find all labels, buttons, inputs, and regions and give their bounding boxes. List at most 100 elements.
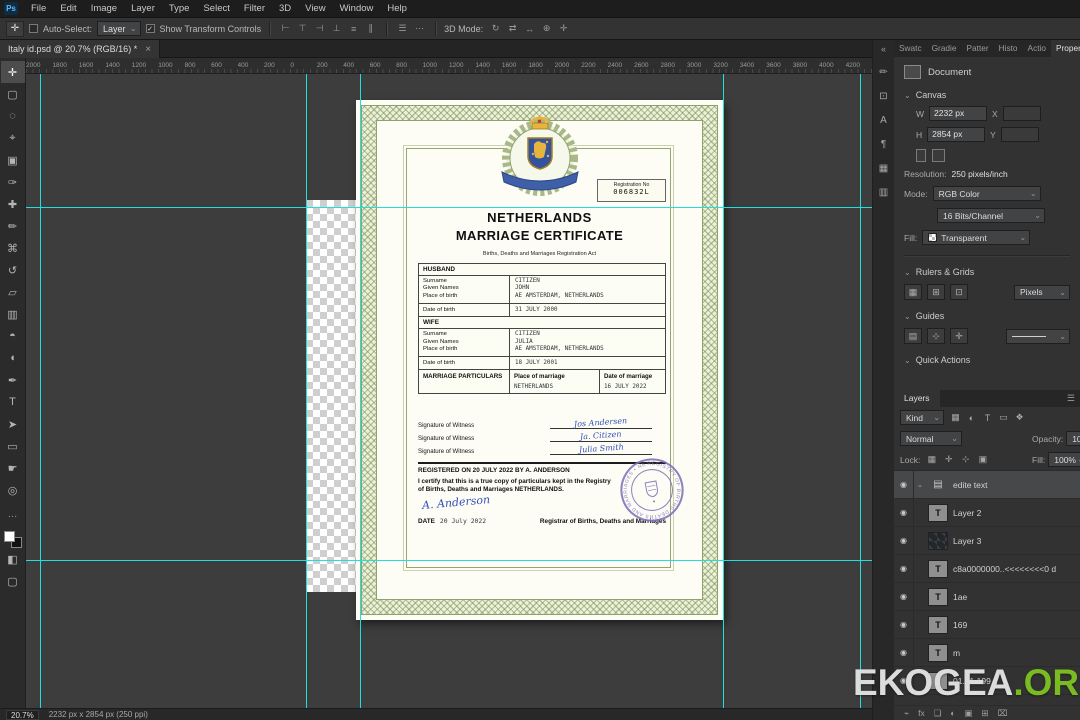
visibility-eye-icon[interactable] [894,611,914,638]
guide-horizontal[interactable] [26,207,872,208]
rulers-grids-section-header[interactable]: Rulers & Grids [904,267,1070,277]
edit-toolbar-icon[interactable]: … [1,503,25,525]
y-field[interactable] [1000,127,1039,142]
canvas-area[interactable]: Registration No 006832L NETHERLANDS MARR… [26,74,872,708]
guide-horizontal[interactable] [26,560,872,561]
slide-3d-icon[interactable]: ⊕ [539,21,554,36]
auto-select-checkbox[interactable] [29,24,38,33]
healing-brush-tool[interactable]: ✚ [1,193,25,215]
panel-tab[interactable]: Swatc [894,40,927,57]
menu-item[interactable]: File [24,0,53,17]
align-top-icon[interactable]: ⊥ [329,21,344,36]
guide-vertical[interactable] [360,74,361,708]
new-layer-icon[interactable]: ⊞ [982,708,989,719]
filter-type-layers-icon[interactable]: T [980,410,995,425]
marquee-tool[interactable]: ▢ [1,83,25,105]
canvas-section-header[interactable]: Canvas [904,90,1070,100]
eraser-tool[interactable]: ▱ [1,281,25,303]
link-layers-icon[interactable]: ⌁ [904,708,909,719]
layer-filter-kind-dropdown[interactable]: Kind [900,410,944,425]
zoom-3d-icon[interactable]: ✛ [556,21,571,36]
history-brush-tool[interactable]: ↺ [1,259,25,281]
guide-vertical[interactable] [860,74,861,708]
layer-row[interactable]: T 1ae [894,583,1080,611]
pan-3d-icon[interactable]: ↔ [522,21,537,36]
adjustment-layer-icon[interactable]: ◐ [950,708,955,718]
group-chevron-icon[interactable]: ⌄ [914,480,926,489]
lock-all-icon[interactable]: ▣ [975,452,990,467]
path-selection-tool[interactable]: ➤ [1,413,25,435]
layer-thumbnail[interactable]: T [928,559,948,578]
align-center-horizontal-icon[interactable]: ⊤ [295,21,310,36]
zoom-tool[interactable]: ◎ [1,479,25,501]
layer-name[interactable]: m [953,648,960,658]
quick-selection-tool[interactable]: ⌖ [1,127,25,149]
opacity-dropdown[interactable]: 100% [1066,431,1080,446]
distribute-vertical-icon[interactable]: ⋯ [412,21,427,36]
layer-row[interactable]: T Layer 2 [894,499,1080,527]
certificate-document[interactable]: Registration No 006832L NETHERLANDS MARR… [356,100,723,620]
filter-smart-objects-icon[interactable]: ❖ [1012,410,1027,425]
zoom-level-field[interactable]: 20.7% [6,709,39,720]
layer-thumbnail[interactable]: T [928,615,948,634]
layer-group-icon[interactable]: ▣ [965,708,973,719]
panel-tab[interactable]: Actio [1023,40,1051,57]
lock-transparency-icon[interactable]: ▦ [924,452,939,467]
menu-item[interactable]: Image [84,0,124,17]
menu-item[interactable]: Select [196,0,236,17]
layers-tab[interactable]: Layers [894,390,940,407]
brush-tool[interactable]: ✏ [1,215,25,237]
lasso-tool[interactable]: ◌ [1,105,25,127]
lock-pixels-icon[interactable]: ✛ [941,452,956,467]
glyphs-panel-icon[interactable]: ▦ [874,158,894,178]
brushes-panel-icon[interactable]: ✏ [874,62,894,82]
height-field[interactable]: 2854 px [927,127,986,142]
layer-mask-icon[interactable]: ❏ [934,708,942,719]
layer-row[interactable]: T 169 [894,611,1080,639]
landscape-orientation-icon[interactable] [932,149,945,162]
menu-item[interactable]: Help [380,0,414,17]
canvas-fill-dropdown[interactable]: Transparent [922,230,1031,245]
layer-thumbnail[interactable]: T [928,503,948,522]
auto-select-target-dropdown[interactable]: Layer [97,21,141,36]
pen-tool[interactable]: ✒ [1,369,25,391]
visibility-eye-icon[interactable] [894,555,914,582]
panel-tab[interactable]: Histo [994,40,1023,57]
layer-thumbnail[interactable]: T [928,643,948,662]
panel-tab[interactable]: Gradie [927,40,962,57]
dodge-tool[interactable]: ◖ [1,347,25,369]
roll-3d-icon[interactable]: ⇄ [505,21,520,36]
layer-name[interactable]: c8a0000000..<<<<<<<<0 d [953,564,1056,574]
move-tool-preset-icon[interactable]: ✛ [6,20,24,37]
portrait-orientation-icon[interactable] [916,149,926,162]
menu-item[interactable]: Type [162,0,197,17]
panel-tab[interactable]: Properties [1051,40,1080,57]
panel-tab[interactable]: Patter [962,40,994,57]
filter-shape-layers-icon[interactable]: ▭ [996,410,1011,425]
bit-depth-dropdown[interactable]: 16 Bits/Channel [937,208,1045,223]
ruler-units-dropdown[interactable]: Pixels [1014,284,1070,300]
libraries-panel-icon[interactable]: ▥ [874,182,894,202]
show-transform-checkbox[interactable] [145,24,155,33]
menu-item[interactable]: Window [333,0,381,17]
layer-name[interactable]: edite text [953,480,988,490]
menu-item[interactable]: Edit [53,0,83,17]
toggle-grid-icon[interactable]: ⊞ [927,284,945,300]
layer-row[interactable]: Layer 3 [894,527,1080,555]
eyedropper-tool[interactable]: ✑ [1,171,25,193]
snap-icon[interactable]: ⊡ [950,284,968,300]
type-tool[interactable]: T [1,391,25,413]
align-left-icon[interactable]: ⊢ [278,21,293,36]
width-field[interactable]: 2232 px [929,106,988,121]
guide-style-dropdown[interactable] [1006,328,1070,344]
layer-name[interactable]: Layer 2 [953,508,981,518]
toggle-rulers-icon[interactable]: ▦ [904,284,922,300]
layer-name[interactable]: 1ae [953,592,967,602]
layer-fill-dropdown[interactable]: 100% [1048,452,1080,467]
quick-actions-section-header[interactable]: Quick Actions [904,355,1070,365]
close-tab-icon[interactable]: × [145,44,151,55]
visibility-eye-icon[interactable] [894,499,914,526]
layer-name[interactable]: Layer 3 [953,536,981,546]
orbit-3d-icon[interactable]: ↻ [488,21,503,36]
x-field[interactable] [1002,106,1041,121]
